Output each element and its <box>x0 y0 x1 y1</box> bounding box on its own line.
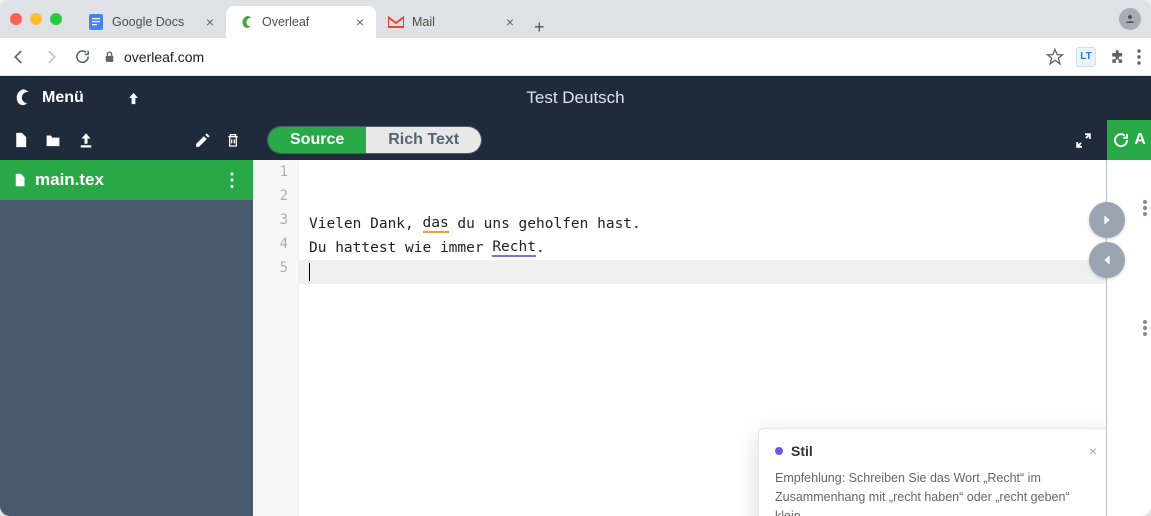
file-entry-main[interactable]: main.tex ⋮ <box>0 160 253 200</box>
delete-icon[interactable] <box>225 131 241 149</box>
drag-handle-icon[interactable] <box>1143 320 1148 336</box>
line-number: 5 <box>253 260 298 284</box>
file-tree: main.tex ⋮ <box>0 160 253 516</box>
sync-to-code-button[interactable] <box>1089 242 1125 278</box>
app-header: Menü Test Deutsch <box>0 76 1151 120</box>
menu-dots-icon[interactable] <box>1137 49 1141 65</box>
close-tab-icon[interactable]: × <box>356 14 364 30</box>
profile-badge-icon[interactable] <box>1119 8 1141 30</box>
popup-message: Empfehlung: Schreiben Sie das Wort „Rech… <box>775 469 1097 516</box>
minimize-window-button[interactable] <box>30 13 42 25</box>
project-title[interactable]: Test Deutsch <box>526 88 624 108</box>
drag-handle-icon[interactable] <box>1143 200 1148 216</box>
languagetool-extension-icon[interactable]: LT <box>1076 47 1096 67</box>
code-line[interactable]: Vielen Dank, das du uns geholfen hast. <box>299 212 1106 236</box>
view-toggle: Source Rich Text <box>267 126 482 154</box>
line-gutter: 1 2 3 4 5 <box>253 160 299 516</box>
grammar-popup: Stil × Empfehlung: Schreiben Sie das Wor… <box>758 428 1114 516</box>
tab-overleaf[interactable]: Overleaf × <box>226 6 376 38</box>
tab-label: Overleaf <box>262 15 309 29</box>
code-line[interactable] <box>299 164 1106 188</box>
file-menu-icon[interactable]: ⋮ <box>223 170 241 191</box>
sync-to-pdf-button[interactable] <box>1089 202 1125 238</box>
window-controls <box>10 13 62 25</box>
browser-tab-bar: Google Docs × Overleaf × Mail × + <box>0 0 1151 38</box>
rename-icon[interactable] <box>194 132 211 149</box>
toolbar-row: Source Rich Text A <box>0 120 1151 160</box>
address-bar: overleaf.com LT <box>0 38 1151 76</box>
extensions-icon[interactable] <box>1108 48 1125 65</box>
url-field[interactable]: overleaf.com <box>103 49 1034 65</box>
category-dot-icon <box>775 447 783 455</box>
pdf-preview-strip <box>1106 160 1151 516</box>
code-editor[interactable]: 1 2 3 4 5 Vielen Dank, das du uns geholf… <box>253 160 1106 516</box>
recompile-strip[interactable]: A <box>1107 120 1151 160</box>
overleaf-logo-icon[interactable] <box>12 88 32 108</box>
close-tab-icon[interactable]: × <box>506 14 514 30</box>
popup-category: Stil <box>791 443 813 459</box>
tab-google-docs[interactable]: Google Docs × <box>76 6 226 38</box>
tabs-container: Google Docs × Overleaf × Mail × + <box>76 0 545 38</box>
line-number: 1 <box>253 164 298 188</box>
overleaf-icon <box>238 14 254 30</box>
forward-button <box>42 48 60 66</box>
star-icon[interactable] <box>1046 48 1064 66</box>
file-icon <box>12 171 27 189</box>
new-tab-button[interactable]: + <box>534 17 545 38</box>
back-to-projects-icon[interactable] <box>126 90 141 107</box>
app-body: main.tex ⋮ 1 2 3 4 5 Vielen Dank, das du… <box>0 160 1151 516</box>
line-number: 3 <box>253 212 298 236</box>
new-file-icon[interactable] <box>12 130 29 150</box>
line-number: 2 <box>253 188 298 212</box>
line-number: 4 <box>253 236 298 260</box>
close-tab-icon[interactable]: × <box>206 14 214 30</box>
rich-text-toggle[interactable]: Rich Text <box>366 127 481 153</box>
maximize-window-button[interactable] <box>50 13 62 25</box>
menu-button[interactable]: Menü <box>42 89 84 107</box>
code-line[interactable] <box>299 188 1106 212</box>
code-line[interactable]: Du hattest wie immer Recht. <box>299 236 1106 260</box>
reload-button[interactable] <box>74 48 91 65</box>
new-folder-icon[interactable] <box>43 132 63 149</box>
lock-icon <box>103 50 116 64</box>
file-name: main.tex <box>35 170 104 190</box>
url-text: overleaf.com <box>124 49 204 65</box>
tab-mail[interactable]: Mail × <box>376 6 526 38</box>
tab-label: Mail <box>412 15 435 29</box>
code-line[interactable] <box>299 260 1106 284</box>
close-window-button[interactable] <box>10 13 22 25</box>
file-tree-toolbar <box>0 120 253 160</box>
expand-icon[interactable] <box>1074 131 1093 150</box>
gmail-icon <box>388 14 404 30</box>
source-toggle[interactable]: Source <box>268 127 366 153</box>
upload-icon[interactable] <box>77 131 95 149</box>
docs-icon <box>88 14 104 30</box>
back-button[interactable] <box>10 48 28 66</box>
close-popup-icon[interactable]: × <box>1089 443 1097 459</box>
compile-label-fragment: A <box>1134 131 1146 149</box>
tab-label: Google Docs <box>112 15 184 29</box>
editor-toolbar: Source Rich Text <box>253 120 1107 160</box>
